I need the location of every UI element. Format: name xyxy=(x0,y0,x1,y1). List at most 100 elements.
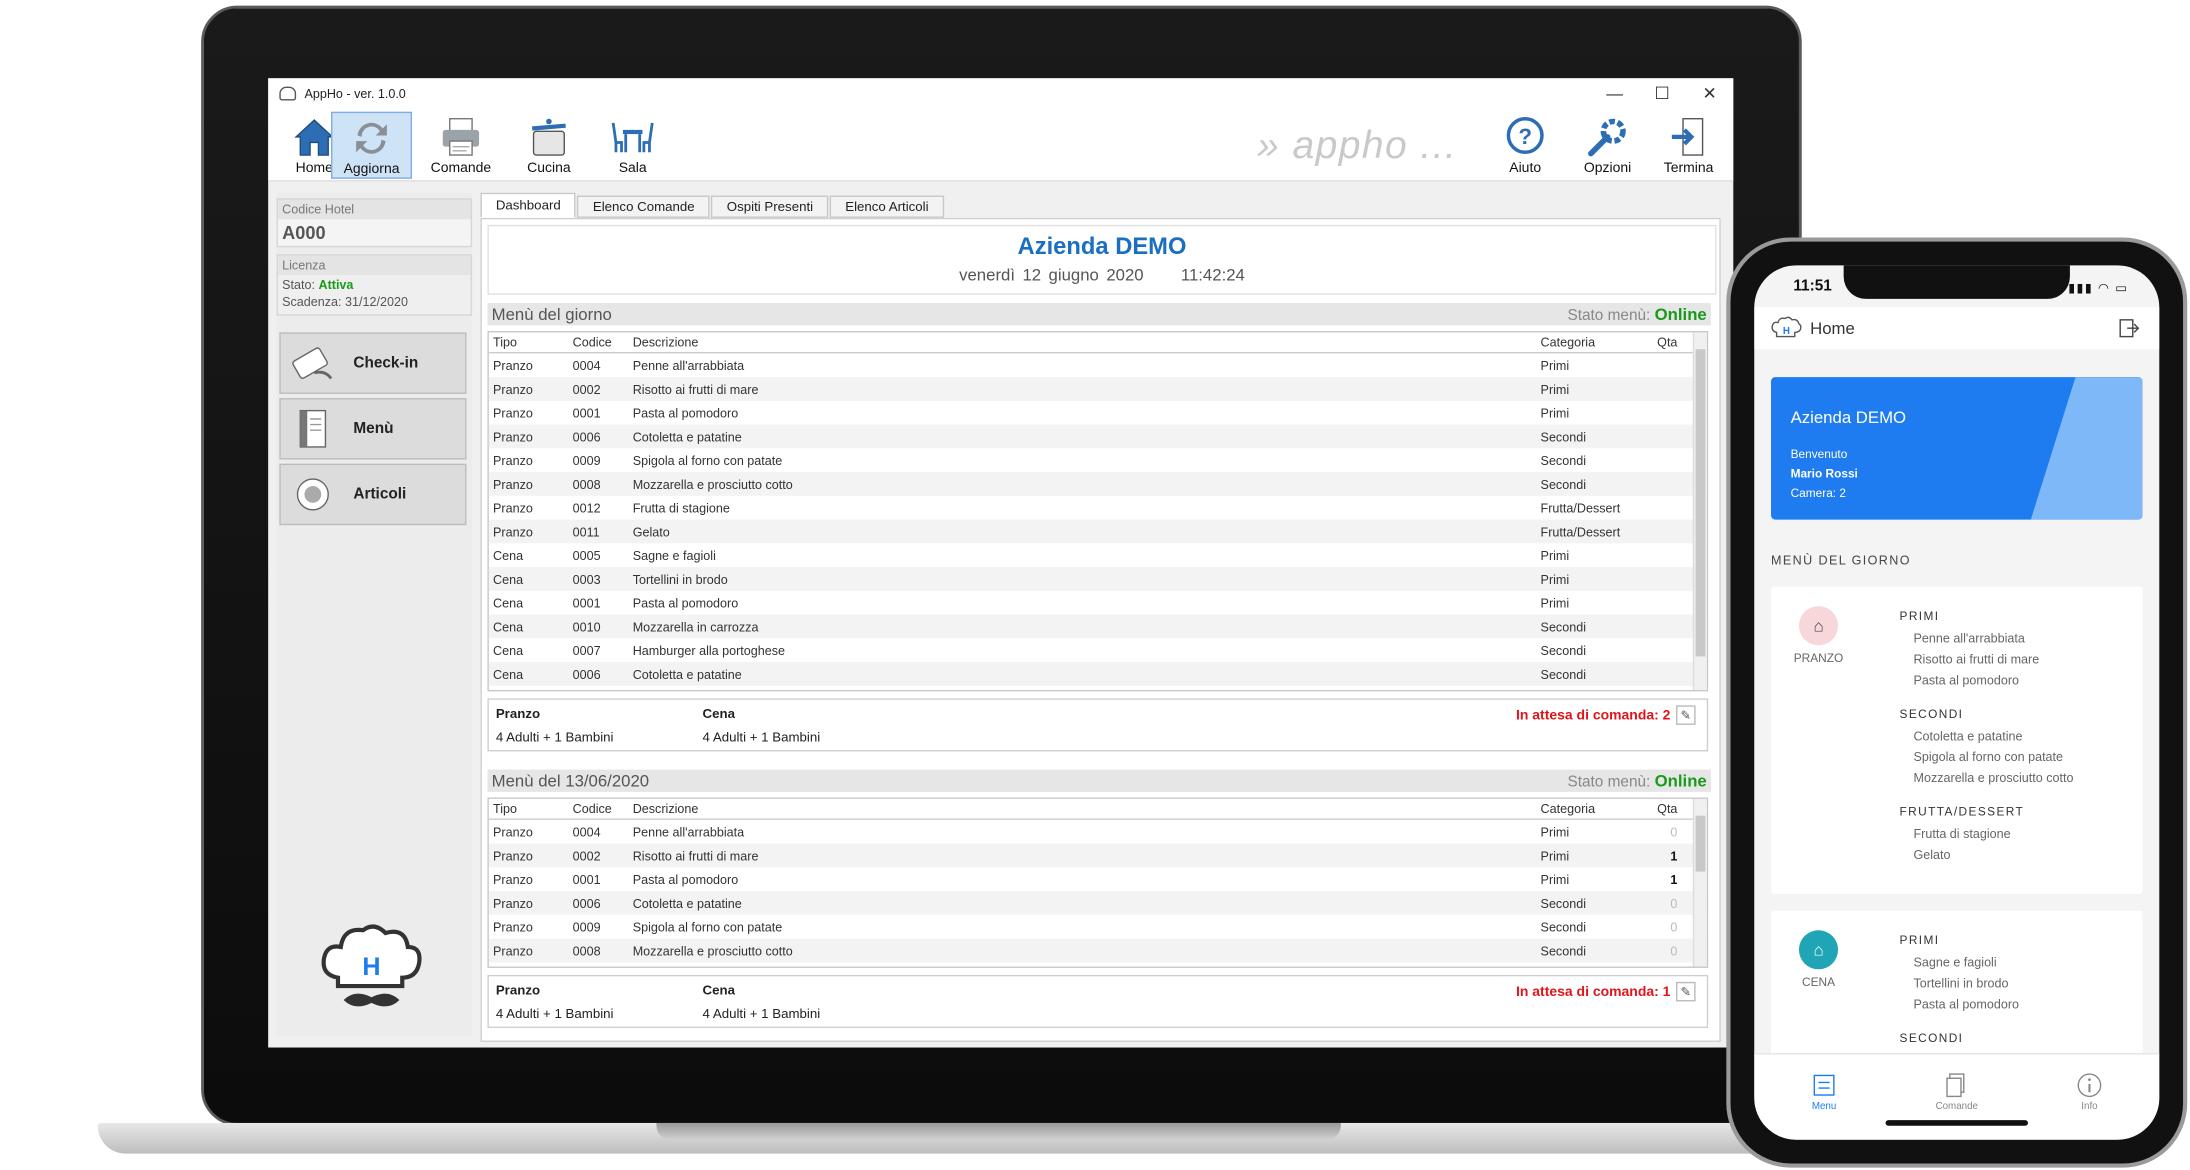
kitchen-label: Cucina xyxy=(527,160,571,176)
tab-articles-list[interactable]: Elenco Articoli xyxy=(829,195,944,218)
cell-description: Penne all'arrabbiata xyxy=(632,358,745,373)
logout-icon[interactable] xyxy=(2117,317,2140,339)
articles-label: Articoli xyxy=(353,486,407,503)
tab-dashboard[interactable]: Dashboard xyxy=(480,192,577,218)
table-row[interactable]: Pranzo 0009 Spigola al forno con patate Sec… xyxy=(489,448,1707,472)
cell-type: Cena xyxy=(493,643,524,658)
edit-pencil-icon[interactable]: ✎ xyxy=(1676,981,1696,1002)
col-category[interactable]: Categoria xyxy=(1541,802,1642,816)
refresh-icon xyxy=(356,122,387,154)
table-row[interactable]: Pranzo 0001 Pasta al pomodoro Primi 1 xyxy=(489,867,1707,891)
hall-button[interactable]: Sala xyxy=(592,112,673,179)
col-type[interactable]: Tipo xyxy=(489,802,573,816)
menu-next-section: Menù del 13/06/2020 Stato menù: Online T… xyxy=(487,769,1711,1028)
table-row[interactable]: Pranzo 0009 Spigola al forno con patate Sec… xyxy=(489,915,1707,939)
menu-status-label: Stato menù: xyxy=(1567,307,1651,325)
lunch-card[interactable]: ⌂ PRANZO PRIMI Penne all'arrabbiata Riso… xyxy=(1771,586,2143,894)
phone-tab-info[interactable]: Info xyxy=(2048,1071,2132,1112)
cell-category: Frutta/Dessert xyxy=(1540,500,1621,515)
scrollbar-thumb[interactable] xyxy=(1695,349,1706,657)
cell-description: Cotoletta e patatine xyxy=(632,895,742,910)
cell-type: Pranzo xyxy=(493,943,533,958)
options-button[interactable]: Opzioni xyxy=(1567,112,1648,179)
table-row[interactable]: Cena 0005 Sagne e fagioli Primi xyxy=(489,543,1707,567)
col-code[interactable]: Codice xyxy=(573,335,633,349)
phone-tab-menu[interactable]: Menu xyxy=(1782,1071,1866,1112)
refresh-button[interactable]: Aggiorna xyxy=(331,111,413,179)
col-description[interactable]: Descrizione xyxy=(633,335,1541,349)
table-row[interactable]: Pranzo 0008 Mozzarella e prosciutto cotto S… xyxy=(488,472,1707,496)
edit-pencil-icon[interactable]: ✎ xyxy=(1676,705,1696,725)
tools-icon xyxy=(1588,118,1626,157)
articles-button[interactable]: Articoli xyxy=(279,463,467,526)
table-row[interactable]: Pranzo 0011 Gelato Frutta/Dessert xyxy=(488,519,1707,544)
scrollbar-thumb[interactable] xyxy=(1695,815,1706,872)
minimize-button[interactable]: — xyxy=(1591,78,1638,109)
phone-tab-info-label: Info xyxy=(2081,1101,2098,1112)
col-description[interactable]: Descrizione xyxy=(633,802,1541,816)
table-row[interactable]: Cena 0006 Cotoletta e patatine Secondi xyxy=(488,662,1707,686)
cell-code: 0009 xyxy=(572,919,601,934)
hotel-code-box: Codice Hotel A000 xyxy=(276,198,473,248)
cell-category: Primi xyxy=(1540,381,1570,396)
menu-today-summary: Pranzo 4 Adulti + 1 Bambini Cena 4 Adult… xyxy=(487,698,1709,752)
cell-code: 0006 xyxy=(572,429,601,444)
license-box: Licenza Stato: Attiva Scadenza: 31/12/20… xyxy=(276,254,473,316)
col-code[interactable]: Codice xyxy=(573,802,633,816)
menu-book-icon xyxy=(299,409,327,448)
col-type[interactable]: Tipo xyxy=(489,335,573,349)
sidebar: Codice Hotel A000 Licenza Stato: Attiva … xyxy=(276,192,473,1037)
orders-label: Comande xyxy=(430,160,492,176)
phone-header-title: Home xyxy=(1810,318,1855,339)
checkin-button[interactable]: Check-in xyxy=(279,332,467,394)
table-row[interactable]: Pranzo 0006 Cotoletta e patatine Secondi xyxy=(488,424,1707,449)
table-row[interactable]: Pranzo 0008 Mozzarella e prosciutto cotto S… xyxy=(488,938,1707,963)
menu-label: Menù xyxy=(353,420,394,438)
col-qty[interactable]: Qta xyxy=(1641,335,1683,349)
cell-description: Cotoletta e patatine xyxy=(632,429,742,444)
menu-status-label: Stato menù: xyxy=(1567,773,1651,791)
refresh-label: Aggiorna xyxy=(343,162,400,178)
table-row[interactable]: Pranzo 0004 Penne all'arrabbiata Primi 0 xyxy=(489,820,1707,844)
phone-status-icons: ▮▮▮ ◠ ▭ xyxy=(2068,280,2129,295)
table-row[interactable]: Cena 0001 Pasta al pomodoro Primi xyxy=(489,591,1707,615)
help-label: Aiuto xyxy=(1509,160,1542,176)
close-button[interactable]: ✕ xyxy=(1686,78,1733,109)
cell-category: Primi xyxy=(1540,872,1570,887)
phone-tab-orders[interactable]: Comande xyxy=(1915,1071,1999,1112)
table-row[interactable]: Pranzo 0006 Cotoletta e patatine Secondi 0 xyxy=(488,891,1707,915)
toolbar: Home Aggiorna Comande Cucina Sala » apph… xyxy=(268,108,1734,182)
exit-button[interactable]: Termina xyxy=(1648,112,1729,179)
dinner-card[interactable]: ⌂ CENA PRIMI Sagne e fagioli Tortellini … xyxy=(1771,910,2143,1065)
tab-guests[interactable]: Ospiti Presenti xyxy=(711,195,829,218)
card-accent xyxy=(2030,377,2143,520)
scrollbar[interactable] xyxy=(1692,332,1707,690)
scrollbar[interactable] xyxy=(1692,798,1707,967)
tab-orders-list[interactable]: Elenco Comande xyxy=(577,195,711,218)
kitchen-button[interactable]: Cucina xyxy=(508,112,589,179)
maximize-button[interactable]: ☐ xyxy=(1638,78,1685,109)
help-button[interactable]: ? Aiuto xyxy=(1485,112,1566,179)
table-row[interactable]: Pranzo 0001 Pasta al pomodoro Primi xyxy=(489,401,1707,425)
phone-tab-menu-label: Menu xyxy=(1811,1101,1837,1112)
cell-type: Pranzo xyxy=(493,848,533,863)
cell-qty: 1 xyxy=(1670,848,1678,863)
table-row[interactable]: Pranzo 0004 Penne all'arrabbiata Primi xyxy=(489,353,1707,377)
col-category[interactable]: Categoria xyxy=(1541,335,1642,349)
list-item: Frutta di stagione xyxy=(1913,826,2011,841)
table-row[interactable]: Pranzo 0002 Risotto ai frutti di mare Primi… xyxy=(488,843,1707,868)
cell-description: Spigola al forno con patate xyxy=(632,919,783,934)
table-row[interactable]: Cena 0010 Mozzarella in carrozza Secondi xyxy=(488,614,1707,639)
waiting-orders: In attesa di comanda: 1 xyxy=(1515,984,1671,1001)
cell-type: Cena xyxy=(493,666,524,681)
checkin-label: Check-in xyxy=(353,354,419,372)
table-row[interactable]: Cena 0003 Tortellini in brodo Primi xyxy=(488,567,1707,591)
orders-button[interactable]: Comande xyxy=(420,112,501,179)
menu-next-table: Tipo Codice Descrizione Categoria Qta Pr… xyxy=(487,797,1709,968)
table-row[interactable]: Pranzo 0002 Risotto ai frutti di mare Primi xyxy=(488,377,1707,401)
cell-code: 0008 xyxy=(572,476,601,491)
table-row[interactable]: Pranzo 0012 Frutta di stagione Frutta/Desse… xyxy=(489,496,1707,520)
menu-button[interactable]: Menù xyxy=(279,398,467,460)
table-row[interactable]: Cena 0007 Hamburger alla portoghese Secondi xyxy=(489,638,1707,662)
col-qty[interactable]: Qta xyxy=(1641,802,1683,816)
